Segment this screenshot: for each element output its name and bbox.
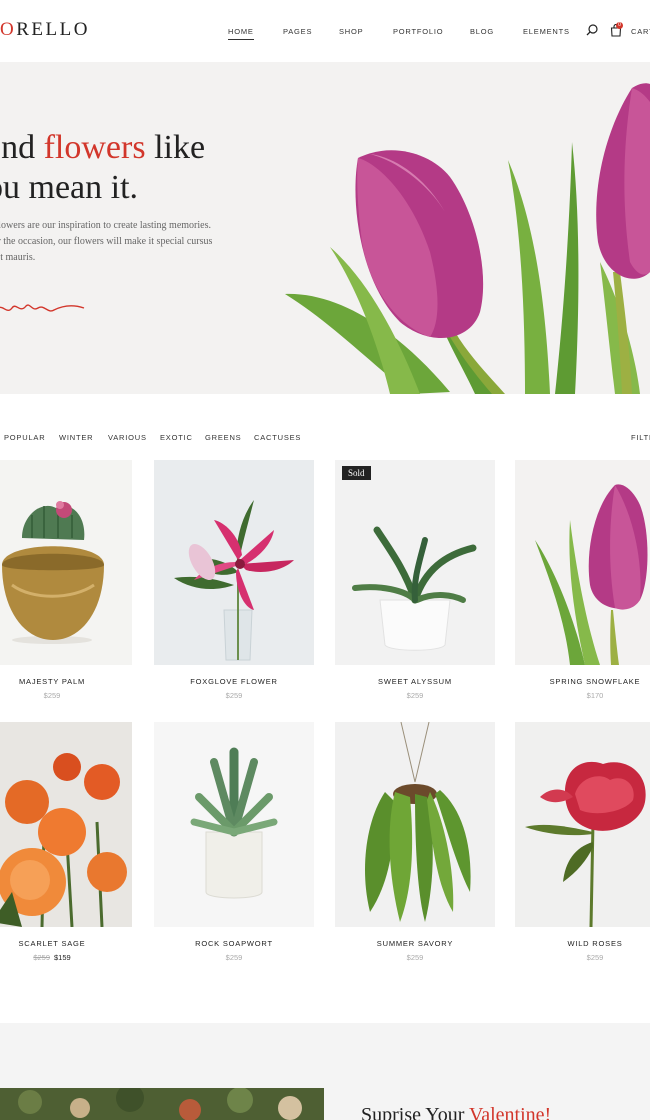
product-card[interactable]: SUMMER SAVORY $259 <box>335 722 495 962</box>
hero-description: e flowers are our inspiration to create … <box>0 218 248 266</box>
product-name[interactable]: SUMMER SAVORY <box>335 939 495 948</box>
site-header: ORELLO HOME PAGES SHOP PORTFOLIO BLOG EL… <box>0 0 650 62</box>
product-image-summer-savory[interactable] <box>335 722 495 927</box>
nav-shop[interactable]: SHOP <box>339 27 363 36</box>
nav-home[interactable]: HOME <box>228 27 254 40</box>
nav-elements[interactable]: ELEMENTS <box>523 27 570 36</box>
hero-text-line: ver the occasion, our flowers will make … <box>0 236 213 247</box>
main-nav: HOME PAGES SHOP PORTFOLIO BLOG ELEMENTS <box>0 27 650 40</box>
product-name[interactable]: SPRING SNOWFLAKE <box>515 677 650 686</box>
product-sale-price: $159 <box>54 953 71 962</box>
product-card[interactable]: SPRING SNOWFLAKE $170 <box>515 460 650 700</box>
sold-badge: Sold <box>342 466 371 480</box>
filter-toggle[interactable]: FILTE <box>631 433 650 442</box>
hero-banner: end flowers like ou mean it. e flowers a… <box>0 62 650 394</box>
hero-text-line: met mauris. <box>0 252 36 263</box>
filter-various[interactable]: VARIOUS <box>108 433 147 442</box>
valentine-title-part: Suprise Your <box>361 1104 469 1120</box>
product-image-scarlet-sage[interactable]: e <box>0 722 132 927</box>
product-name[interactable]: SWEET ALYSSUM <box>335 677 495 686</box>
product-name[interactable]: WILD ROSES <box>515 939 650 948</box>
product-card[interactable]: MAJESTY PALM $259 <box>0 460 132 700</box>
hero-title-highlight: flowers <box>43 129 146 166</box>
filter-cactuses[interactable]: CACTUSES <box>254 433 301 442</box>
product-image-sweet-alyssum[interactable]: Sold <box>335 460 495 665</box>
hero-text-line: e flowers are our inspiration to create … <box>0 220 211 231</box>
product-price: $259 <box>406 691 424 700</box>
product-price: $259 <box>225 691 243 700</box>
search-icon[interactable] <box>586 24 598 36</box>
product-card[interactable]: Sold SWEET ALYSSUM $259 <box>335 460 495 700</box>
hero-title: end flowers like ou mean it. <box>0 128 205 208</box>
product-price: $259 <box>406 953 424 962</box>
category-filters: POPULAR WINTER VARIOUS EXOTIC GREENS CAC… <box>0 433 650 445</box>
product-image-foxglove-flower[interactable] <box>154 460 314 665</box>
product-name[interactable]: ROCK SOAPWORT <box>154 939 314 948</box>
product-price: $259 <box>43 691 61 700</box>
product-card[interactable]: e SCARLET SAGE $259 $159 <box>0 722 132 962</box>
product-image-spring-snowflake[interactable] <box>515 460 650 665</box>
nav-pages[interactable]: PAGES <box>283 27 312 36</box>
filter-winter[interactable]: WINTER <box>59 433 93 442</box>
product-card[interactable]: FOXGLOVE FLOWER $259 <box>154 460 314 700</box>
product-image-majesty-palm[interactable] <box>0 460 132 665</box>
product-name[interactable]: FOXGLOVE FLOWER <box>154 677 314 686</box>
product-price: $259 $159 <box>0 953 132 962</box>
filter-popular[interactable]: POPULAR <box>4 433 45 442</box>
product-name[interactable]: MAJESTY PALM <box>0 677 132 686</box>
product-image-wild-roses[interactable] <box>515 722 650 927</box>
cart-count-badge: 0 <box>616 22 623 29</box>
nav-blog[interactable]: BLOG <box>470 27 494 36</box>
valentine-title-highlight: Valentine! <box>469 1104 552 1120</box>
signature-graphic <box>0 304 85 312</box>
product-name[interactable]: SCARLET SAGE <box>0 939 132 948</box>
product-image-rock-soapwort[interactable] <box>154 722 314 927</box>
hero-title-line2: ou mean it. <box>0 169 139 206</box>
product-old-price: $259 <box>33 953 50 962</box>
valentine-photo <box>0 1088 324 1120</box>
nav-portfolio[interactable]: PORTFOLIO <box>393 27 443 36</box>
product-card[interactable]: WILD ROSES $259 <box>515 722 650 962</box>
hero-title-part: end <box>0 129 36 166</box>
filter-exotic[interactable]: EXOTIC <box>160 433 193 442</box>
product-price: $170 <box>586 691 604 700</box>
hero-title-part: like <box>145 129 206 166</box>
filter-greens[interactable]: GREENS <box>205 433 241 442</box>
product-price: $259 <box>586 953 604 962</box>
product-price: $259 <box>225 953 243 962</box>
valentine-title: Suprise Your Valentine! <box>361 1104 551 1120</box>
cart-link[interactable]: CART <box>631 27 650 36</box>
tulips-hero-image <box>285 83 650 394</box>
product-card[interactable]: ROCK SOAPWORT $259 <box>154 722 314 962</box>
